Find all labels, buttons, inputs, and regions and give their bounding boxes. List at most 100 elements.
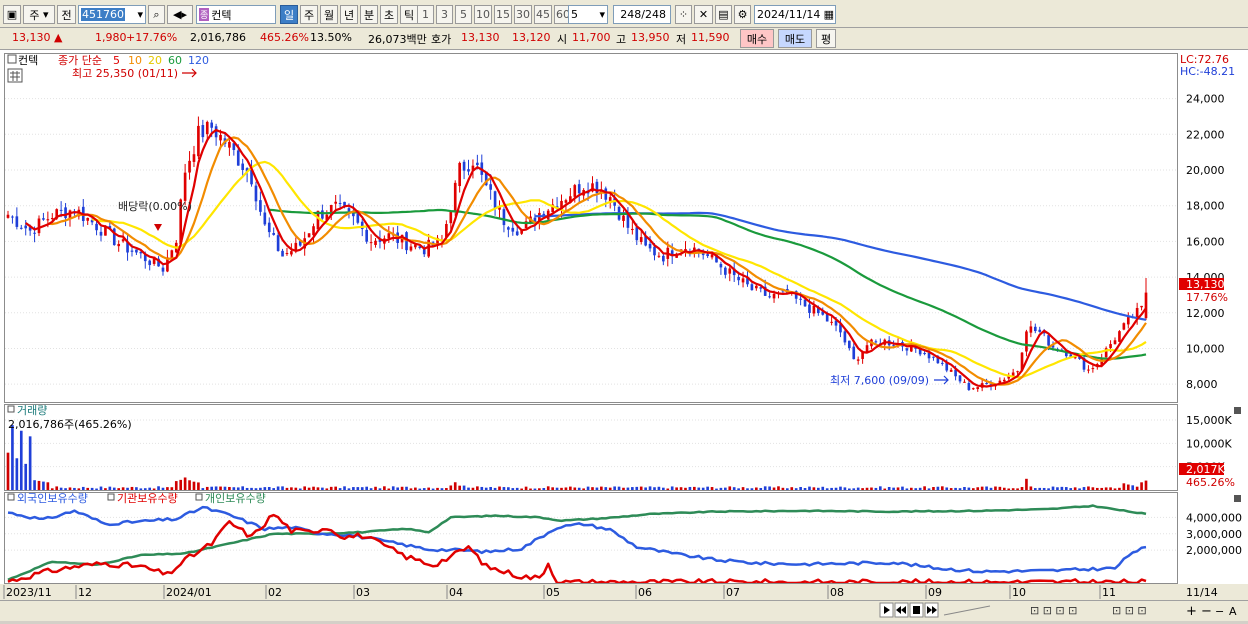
candle-body xyxy=(1038,329,1042,332)
volume-bar xyxy=(489,486,492,490)
search-icon[interactable]: ⌕ xyxy=(148,5,165,24)
table-toggle-icon[interactable] xyxy=(7,68,23,83)
stock-name-field[interactable]: 종 컨텍 xyxy=(196,5,276,24)
window-icon[interactable]: ▣ xyxy=(3,5,21,24)
chevron-down-icon[interactable]: ▾ xyxy=(137,8,145,21)
candle-body xyxy=(188,160,191,173)
volume-bar xyxy=(391,486,395,490)
volume-bar xyxy=(538,488,541,490)
tool-icons-2[interactable]: ⊡ ⊡ ⊡ xyxy=(1112,604,1147,617)
volume-bar xyxy=(254,488,258,490)
tab-period-5[interactable]: 초 xyxy=(380,5,398,24)
volume-bar xyxy=(152,488,156,490)
volume-bar xyxy=(307,487,311,490)
volume-bar xyxy=(59,487,63,490)
candle-body xyxy=(369,242,373,244)
volume-bar xyxy=(865,487,869,490)
zoom-icon[interactable]: A xyxy=(1229,605,1237,618)
volume-bar xyxy=(989,487,993,490)
volume-bar xyxy=(108,486,112,490)
calendar-icon[interactable]: ▦ xyxy=(824,8,835,21)
sell-button[interactable]: 매도 xyxy=(778,29,812,48)
candle-body xyxy=(281,250,284,257)
volume-bar xyxy=(259,487,262,490)
volume-value: 2,016,786 xyxy=(190,31,246,44)
volume-bar xyxy=(414,487,417,490)
volume-bar xyxy=(914,488,918,490)
volume-panel-close-icon[interactable] xyxy=(1234,407,1241,414)
amount-value: 26,073백만 xyxy=(368,33,427,46)
grid-icon[interactable]: ⁘ xyxy=(675,5,692,24)
volume-bar xyxy=(440,488,444,490)
date-input[interactable]: 2024/11/14 ▦ xyxy=(754,5,836,24)
volume-bar xyxy=(940,486,944,490)
crosshair-icon[interactable]: ✕ xyxy=(694,5,713,24)
candle-body xyxy=(803,299,807,307)
minute-button-45[interactable]: 45 xyxy=(534,5,552,24)
candle-body xyxy=(923,353,926,355)
prev-button[interactable]: 전 xyxy=(57,5,76,24)
avg-button[interactable]: 평 xyxy=(816,29,836,48)
volume-bar xyxy=(1122,483,1126,490)
volume-bar xyxy=(856,487,860,490)
n-select[interactable]: 5 ▾ xyxy=(568,5,608,24)
gear-icon[interactable]: ⚙ xyxy=(734,5,751,24)
volume-bar xyxy=(431,488,435,490)
minus-icon[interactable]: − xyxy=(1201,604,1212,619)
volume-bar xyxy=(582,488,585,490)
tab-period-3[interactable]: 년 xyxy=(340,5,358,24)
minute-button-15[interactable]: 15 xyxy=(494,5,512,24)
candle-body xyxy=(949,369,953,372)
volume-bar xyxy=(750,488,754,490)
minute-button-3[interactable]: 3 xyxy=(436,5,453,24)
minute-button-30[interactable]: 30 xyxy=(514,5,532,24)
plus-icon[interactable]: + xyxy=(1186,604,1197,619)
candle-body xyxy=(170,250,174,259)
candle-body xyxy=(130,250,134,252)
tab-period-6[interactable]: 틱 xyxy=(400,5,418,24)
chart-svg[interactable]: 8,00010,00012,00014,00016,00018,00020,00… xyxy=(0,50,1248,621)
speaker-icon[interactable]: ◀▸ xyxy=(167,5,193,24)
candle-body xyxy=(205,121,209,135)
volume-bar xyxy=(188,480,191,490)
candle-body xyxy=(662,255,665,262)
candle-body xyxy=(294,242,298,250)
candle-body xyxy=(462,161,466,171)
tab-period-4[interactable]: 분 xyxy=(360,5,378,24)
count-field[interactable]: 248/248 xyxy=(613,5,671,24)
chart-area[interactable]: 8,000 10,000 12,000 14,000 16,000 18,000 20,00… xyxy=(0,50,1248,621)
volume-bar xyxy=(608,487,612,490)
volume-bar xyxy=(24,463,28,490)
market-select[interactable]: 주 ▾ xyxy=(23,5,55,24)
candle-body xyxy=(768,296,771,298)
candle-body xyxy=(50,217,54,220)
candle-body xyxy=(493,191,497,209)
minute-button-1[interactable]: 1 xyxy=(417,5,434,24)
volume-bar xyxy=(799,486,802,490)
volume-bar xyxy=(321,487,324,490)
candle-body xyxy=(449,211,453,224)
minute-button-5[interactable]: 5 xyxy=(455,5,472,24)
x-tick-label: 07 xyxy=(726,586,740,599)
minute-button-10[interactable]: 10 xyxy=(474,5,492,24)
holdings-panel-close-icon[interactable] xyxy=(1234,495,1241,502)
volume-bar xyxy=(648,486,652,490)
save-icon[interactable]: ▤ xyxy=(715,5,732,24)
volume-bar xyxy=(763,486,767,490)
tab-period-2[interactable]: 월 xyxy=(320,5,338,24)
tool-icons[interactable]: ⊡ ⊡ ⊡ ⊡ xyxy=(1030,604,1077,617)
chevron-down-icon[interactable]: ▾ xyxy=(599,8,607,21)
hc-label: HC:-48.21 xyxy=(1180,65,1235,78)
code-input[interactable]: 451760 ▾ xyxy=(78,5,146,24)
minus-small-icon[interactable]: − xyxy=(1215,605,1224,618)
candle-body xyxy=(458,162,461,187)
volume-bar xyxy=(157,486,160,490)
volume-bar xyxy=(945,487,949,490)
volume-bar xyxy=(688,486,692,490)
tab-period-0[interactable]: 일 xyxy=(280,5,298,24)
volume-last-label: 2,017K xyxy=(1186,463,1225,476)
buy-button[interactable]: 매수 xyxy=(740,29,774,48)
volume-bar xyxy=(458,485,461,490)
tab-period-1[interactable]: 주 xyxy=(300,5,318,24)
individual-legend: 개인보유수량 xyxy=(205,492,266,505)
